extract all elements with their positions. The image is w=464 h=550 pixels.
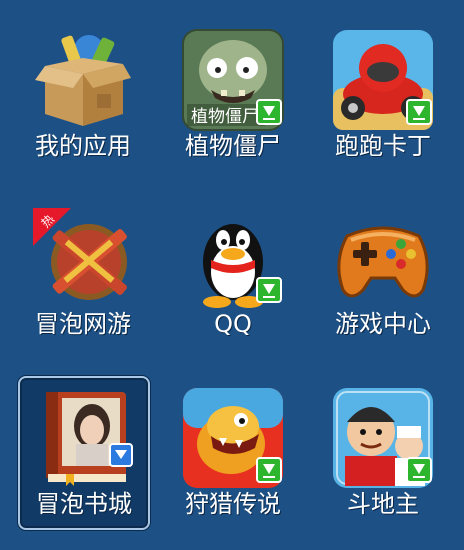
zombie-icon-text: 植物僵尸 (191, 107, 259, 127)
kart-racer-icon (331, 28, 435, 132)
app-label: QQ (214, 310, 252, 338)
app-tile-qq[interactable]: QQ (166, 200, 300, 350)
crossed-swords-icon: 热 (31, 206, 135, 310)
dinosaur-icon (181, 386, 285, 490)
zombie-icon: 植物僵尸 (181, 28, 285, 132)
app-tile-game-center[interactable]: 游戏中心 (316, 200, 450, 350)
app-label: 跑跑卡丁 (335, 132, 431, 160)
app-grid-screen: 我的应用 植物僵尸 植物僵尸 跑跑卡丁 热 冒泡网游 QQ 游戏中心 冒泡书城 … (0, 0, 464, 550)
app-label: 冒泡网游 (35, 310, 131, 338)
app-tile-my-apps[interactable]: 我的应用 (16, 22, 150, 172)
landlord-card-icon (331, 386, 435, 490)
app-label: 植物僵尸 (185, 132, 281, 160)
app-tile-bubble-bookstore[interactable]: 冒泡书城 (18, 376, 150, 530)
app-tile-bubble-network-game[interactable]: 热 冒泡网游 (16, 200, 150, 350)
cardboard-box-icon (31, 28, 135, 132)
app-label: 我的应用 (35, 132, 131, 160)
gamepad-icon (331, 206, 435, 310)
app-label: 斗地主 (347, 490, 419, 518)
qq-penguin-icon (181, 206, 285, 310)
app-tile-plants-vs-zombies[interactable]: 植物僵尸 植物僵尸 (166, 22, 300, 172)
app-label: 冒泡书城 (36, 490, 132, 518)
app-label: 狩猎传说 (185, 490, 281, 518)
app-label: 游戏中心 (335, 310, 431, 338)
app-tile-kart-racer[interactable]: 跑跑卡丁 (316, 22, 450, 172)
app-tile-hunting-legend[interactable]: 狩猎传说 (166, 380, 300, 530)
book-icon (32, 386, 136, 490)
app-tile-landlord[interactable]: 斗地主 (316, 380, 450, 530)
